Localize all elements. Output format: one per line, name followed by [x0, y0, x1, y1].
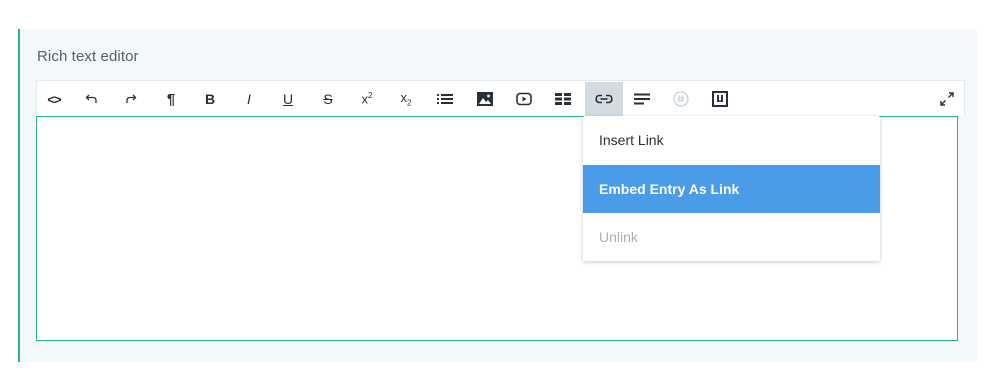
- special-char-button[interactable]: [664, 82, 698, 116]
- superscript-button[interactable]: x2: [350, 82, 384, 116]
- undo-button[interactable]: [75, 82, 109, 116]
- table-button[interactable]: [546, 82, 580, 116]
- video-button[interactable]: [507, 82, 541, 116]
- embed-entry-icon: [712, 91, 728, 107]
- table-icon: [555, 93, 571, 105]
- menu-item-unlink: Unlink: [583, 213, 880, 261]
- menu-item-label: Embed Entry As Link: [599, 181, 740, 197]
- image-button[interactable]: [468, 82, 502, 116]
- special-char-icon: [673, 91, 689, 107]
- field-label: Rich text editor: [37, 48, 139, 65]
- embed-entry-button[interactable]: [703, 82, 737, 116]
- video-icon: [516, 92, 532, 106]
- menu-item-insert-link[interactable]: Insert Link: [583, 116, 880, 164]
- superscript-icon: x2: [361, 91, 373, 107]
- paragraph-button[interactable]: ¶: [154, 82, 188, 116]
- editor-toolbar: <> ¶ B I U S x2 x2: [36, 80, 965, 116]
- bulleted-list-button[interactable]: [428, 82, 462, 116]
- undo-icon: [85, 94, 97, 103]
- subscript-icon: x2: [400, 90, 412, 108]
- strikethrough-icon: S: [323, 91, 333, 107]
- align-icon: [634, 93, 650, 105]
- bold-button[interactable]: B: [193, 82, 227, 116]
- redo-icon: [126, 94, 137, 103]
- underline-icon: U: [282, 91, 294, 107]
- fullscreen-icon: [940, 92, 954, 106]
- align-button[interactable]: [625, 82, 659, 116]
- fullscreen-button[interactable]: [930, 82, 964, 116]
- link-button[interactable]: [585, 82, 623, 116]
- menu-item-label: Insert Link: [599, 132, 664, 148]
- strikethrough-button[interactable]: S: [311, 82, 345, 116]
- link-dropdown-menu: Insert Link Embed Entry As Link Unlink: [583, 116, 880, 261]
- bulleted-list-icon: [437, 94, 453, 104]
- link-icon: [595, 94, 613, 104]
- italic-icon: I: [247, 91, 251, 107]
- italic-button[interactable]: I: [232, 82, 266, 116]
- menu-item-label: Unlink: [599, 229, 638, 245]
- image-icon: [477, 92, 493, 106]
- subscript-button[interactable]: x2: [389, 82, 423, 116]
- underline-button[interactable]: U: [271, 82, 305, 116]
- menu-item-embed-entry-as-link[interactable]: Embed Entry As Link: [583, 165, 880, 213]
- paragraph-icon: ¶: [166, 90, 176, 108]
- code-view-button[interactable]: <>: [37, 82, 71, 116]
- redo-button[interactable]: [114, 82, 148, 116]
- bold-icon: B: [204, 91, 216, 107]
- code-view-icon: <>: [47, 91, 61, 107]
